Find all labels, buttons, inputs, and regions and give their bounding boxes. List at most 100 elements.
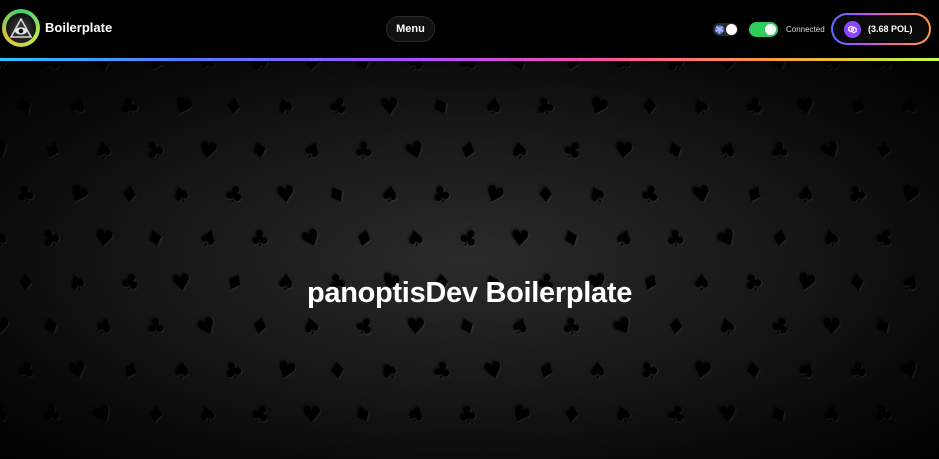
club-icon: ♣ bbox=[13, 357, 39, 386]
diamond-icon: ♦ bbox=[869, 312, 898, 344]
heart-icon: ♥ bbox=[713, 223, 743, 256]
hero-title: panoptisDev Boilerplate bbox=[306, 277, 633, 309]
club-icon: ♣ bbox=[349, 312, 379, 344]
spade-icon: ♠ bbox=[65, 93, 91, 122]
diamond-icon: ♦ bbox=[453, 312, 482, 343]
diamond-icon: ♦ bbox=[662, 136, 689, 167]
club-icon: ♣ bbox=[40, 402, 63, 429]
diamond-icon: ♦ bbox=[223, 94, 245, 121]
heart-icon: ♥ bbox=[274, 181, 298, 210]
spade-icon: ♠ bbox=[714, 136, 742, 167]
heart-icon: ♥ bbox=[302, 403, 322, 428]
club-icon: ♣ bbox=[428, 180, 455, 211]
club-icon: ♣ bbox=[844, 180, 872, 211]
club-icon: ♣ bbox=[766, 312, 794, 343]
spade-icon: ♠ bbox=[587, 358, 608, 385]
diamond-icon: ♦ bbox=[326, 358, 349, 385]
diamond-icon: ♦ bbox=[532, 356, 560, 387]
spade-icon: ♠ bbox=[378, 181, 402, 210]
spade-icon: ♠ bbox=[403, 225, 428, 254]
spade-icon: ♠ bbox=[791, 355, 821, 388]
club-icon: ♣ bbox=[456, 401, 480, 430]
connection-toggle[interactable] bbox=[749, 22, 778, 37]
heart-icon: ♥ bbox=[92, 225, 116, 254]
spade-icon: ♠ bbox=[612, 61, 635, 77]
heart-icon: ♥ bbox=[167, 91, 197, 124]
heart-icon: ♥ bbox=[506, 61, 534, 79]
diamond-icon: ♦ bbox=[739, 179, 769, 212]
connection-status-label: Connected bbox=[786, 25, 825, 34]
heart-icon: ♥ bbox=[401, 136, 430, 167]
heart-icon: ♥ bbox=[193, 311, 222, 344]
spade-icon: ♠ bbox=[299, 313, 325, 342]
menu-button[interactable]: Menu bbox=[386, 16, 435, 42]
club-icon: ♣ bbox=[430, 357, 454, 386]
wallet-balance-button[interactable]: (3.68 POL) bbox=[831, 13, 931, 45]
diamond-icon: ♦ bbox=[11, 92, 40, 123]
heart-icon: ♥ bbox=[612, 138, 636, 165]
diamond-icon: ♦ bbox=[115, 355, 145, 388]
spade-icon: ♠ bbox=[583, 180, 612, 212]
diamond-icon: ♦ bbox=[351, 225, 377, 254]
club-icon: ♣ bbox=[769, 138, 791, 165]
spade-icon: ♠ bbox=[482, 93, 506, 122]
diamond-icon: ♦ bbox=[558, 224, 586, 255]
heart-icon: ♥ bbox=[405, 314, 427, 341]
toggle-knob bbox=[726, 24, 737, 35]
heart-icon: ♥ bbox=[716, 61, 740, 78]
heart-icon: ♥ bbox=[608, 311, 639, 344]
heart-icon: ♥ bbox=[0, 314, 12, 341]
diamond-icon: ♦ bbox=[38, 312, 65, 343]
spade-icon: ♠ bbox=[687, 92, 716, 123]
heart-icon: ♥ bbox=[689, 181, 714, 210]
diamond-icon: ♦ bbox=[349, 400, 378, 431]
diamond-icon: ♦ bbox=[741, 357, 766, 386]
club-icon: ♣ bbox=[453, 223, 483, 256]
balance-amount: (3.68 POL) bbox=[868, 24, 913, 34]
diamond-icon: ♦ bbox=[427, 91, 457, 124]
theme-toggle[interactable] bbox=[713, 23, 738, 36]
diamond-icon: ♦ bbox=[766, 61, 793, 79]
heart-icon: ♥ bbox=[65, 357, 90, 386]
club-icon: ♣ bbox=[741, 92, 767, 123]
heart-icon: ♥ bbox=[299, 61, 325, 78]
diamond-icon: ♦ bbox=[119, 182, 141, 209]
club-icon: ♣ bbox=[13, 181, 39, 210]
diamond-icon: ♦ bbox=[38, 136, 66, 167]
logo-icon[interactable] bbox=[2, 9, 40, 47]
heart-icon: ♥ bbox=[89, 399, 119, 432]
club-icon: ♣ bbox=[220, 356, 248, 387]
heart-icon: ♥ bbox=[584, 92, 613, 123]
diamond-icon: ♦ bbox=[142, 224, 169, 255]
club-icon: ♣ bbox=[117, 93, 142, 122]
club-icon: ♣ bbox=[245, 61, 274, 80]
club-icon: ♣ bbox=[324, 92, 352, 123]
brand-name[interactable]: Boilerplate bbox=[45, 20, 112, 35]
spade-icon: ♠ bbox=[167, 180, 196, 211]
spade-icon: ♠ bbox=[403, 400, 429, 431]
heart-icon: ♥ bbox=[480, 180, 508, 211]
club-icon: ♣ bbox=[635, 356, 664, 387]
diamond-icon: ♦ bbox=[664, 313, 688, 342]
club-icon: ♣ bbox=[457, 61, 479, 77]
heart-icon: ♥ bbox=[689, 357, 715, 386]
club-icon: ♣ bbox=[36, 223, 67, 256]
diamond-icon: ♦ bbox=[247, 313, 273, 342]
spade-icon: ♠ bbox=[194, 224, 222, 255]
spade-icon: ♠ bbox=[195, 400, 221, 431]
club-icon: ♣ bbox=[664, 226, 687, 253]
heart-icon: ♥ bbox=[896, 180, 924, 211]
heart-icon: ♥ bbox=[794, 93, 818, 122]
club-icon: ♣ bbox=[560, 313, 584, 342]
heart-icon: ♥ bbox=[196, 137, 220, 166]
club-icon: ♣ bbox=[141, 135, 171, 168]
spade-icon: ♠ bbox=[0, 226, 11, 253]
heart-icon: ♥ bbox=[0, 136, 13, 167]
spade-icon: ♠ bbox=[819, 224, 845, 255]
spade-icon: ♠ bbox=[297, 136, 327, 167]
club-icon: ♣ bbox=[847, 358, 869, 385]
club-icon: ♣ bbox=[557, 135, 587, 168]
heart-icon: ♥ bbox=[480, 356, 507, 387]
club-icon: ♣ bbox=[870, 224, 899, 255]
spade-icon: ♠ bbox=[171, 358, 193, 385]
